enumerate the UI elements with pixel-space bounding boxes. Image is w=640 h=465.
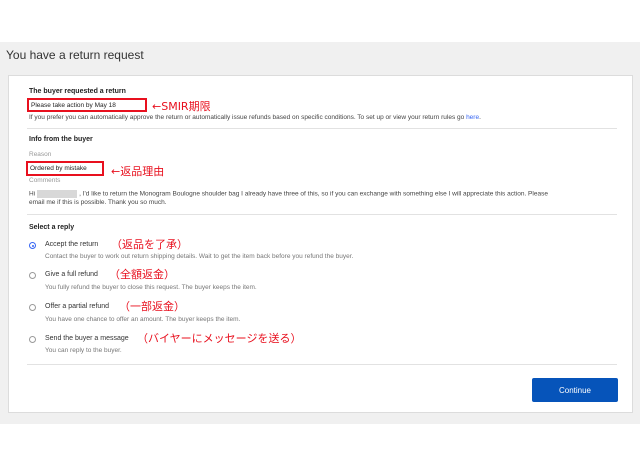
option-label-partial-refund[interactable]: Offer a partial refund [45,303,109,310]
option-annotation-accept-return: （返品を了承） [111,238,188,251]
action-deadline: Please take action by May 18 [31,102,116,109]
option-description-send-message: You can reply to the buyer. [45,347,122,354]
radio-partial-refund[interactable] [29,304,36,311]
option-annotation-send-message: （バイヤーにメッセージを送る） [137,332,302,345]
divider [27,128,617,129]
option-description-accept-return: Contact the buyer to work out return shi… [45,253,354,260]
return-request-card: The buyer requested a return Please take… [8,75,633,413]
option-description-full-refund: You fully refund the buyer to close this… [45,284,257,291]
page-title: You have a return request [6,48,144,62]
buyer-comment-line2: email me if this is possible. Thank you … [29,199,167,206]
option-label-full-refund[interactable]: Give a full refund [45,271,98,278]
radio-full-refund[interactable] [29,272,36,279]
redacted-name [37,190,78,198]
buyer-info-heading: Info from the buyer [29,136,93,143]
reason-value: Ordered by mistake [30,165,87,172]
continue-button[interactable]: Continue [532,378,618,402]
radio-send-message[interactable] [29,336,36,343]
reason-annotation: ←返品理由 [111,165,165,178]
option-annotation-partial-refund: （一部返金） [119,300,185,313]
divider [27,214,617,215]
rules-text: If you prefer you can automatically appr… [29,114,481,121]
reason-highlight: Ordered by mistake [26,161,104,176]
option-annotation-full-refund: （全額返金） [109,268,175,281]
rules-link[interactable]: here [466,114,479,121]
option-label-send-message[interactable]: Send the buyer a message [45,335,129,342]
option-description-partial-refund: You have one chance to offer an amount. … [45,316,241,323]
reason-label: Reason [29,151,52,158]
deadline-highlight: Please take action by May 18 [27,98,147,112]
deadline-annotation: ←SMIR期限 [152,100,211,113]
reply-heading: Select a reply [29,224,75,231]
buyer-comment-line1: Hi, I'd like to return the Monogram Boul… [29,190,548,198]
divider [27,364,617,365]
comments-label: Comments [29,177,61,184]
radio-accept-return[interactable] [29,242,36,249]
request-heading: The buyer requested a return [29,88,126,95]
option-label-accept-return[interactable]: Accept the return [45,241,98,248]
